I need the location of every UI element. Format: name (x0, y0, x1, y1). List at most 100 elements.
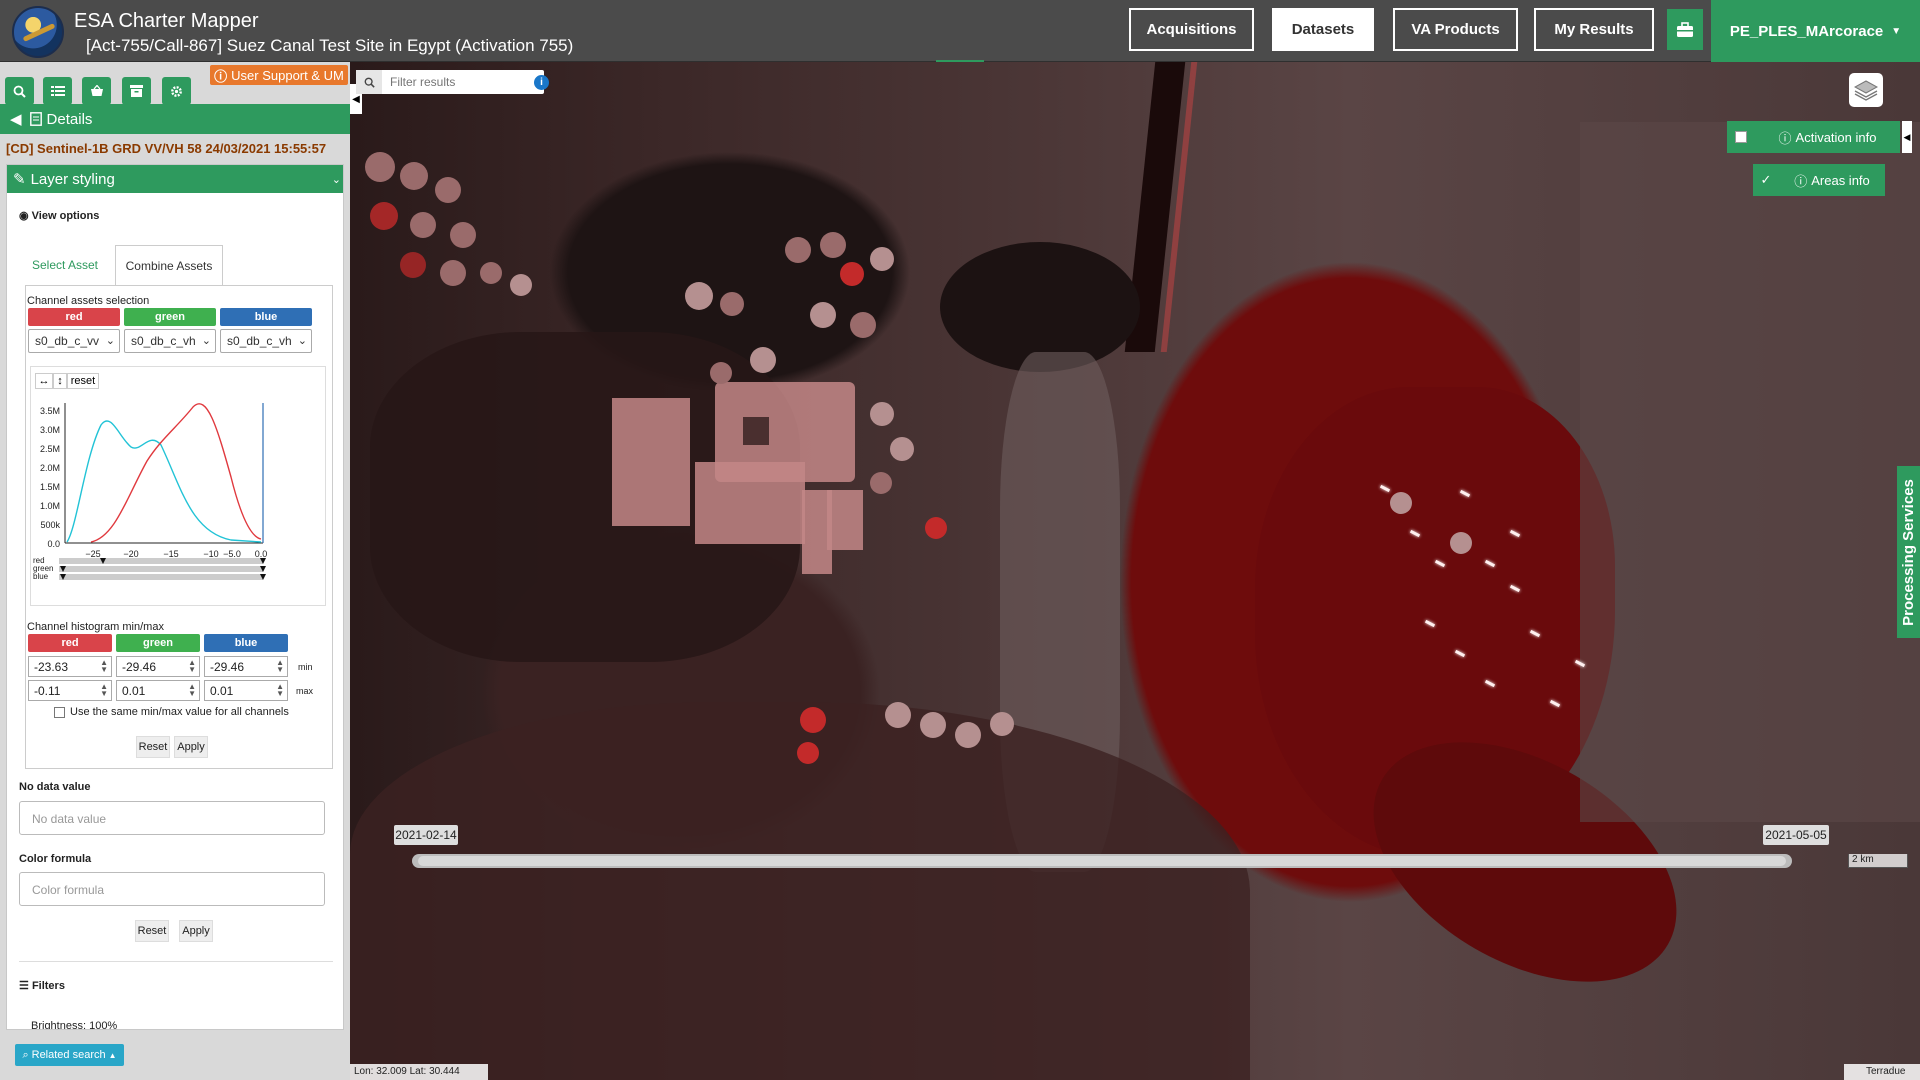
x-tick: −15 (163, 549, 178, 559)
stepper-icon[interactable]: ▲ ▼ (100, 683, 108, 698)
red-min-input[interactable]: -23.63 ▲ ▼ (28, 656, 112, 677)
search-icon: ⌕ (22, 1048, 29, 1061)
nav-va-products-button[interactable]: VA Products (1393, 8, 1518, 51)
details-bar[interactable]: ◀ Details (0, 104, 350, 134)
irrigation-circle (870, 402, 894, 426)
scale-bar: 2 km (1848, 854, 1908, 868)
y-tick: 1.5M (40, 482, 60, 492)
blue-asset-select[interactable]: s0_db_c_vh ⌄ (220, 329, 312, 353)
nav-my-results-button[interactable]: My Results (1534, 8, 1654, 51)
minmax-green-badge: green (116, 634, 200, 652)
activation-info-button[interactable]: ⓘ Activation info (1755, 121, 1900, 153)
filters-title: ☰ Filters (19, 979, 65, 992)
same-minmax-checkbox[interactable] (54, 706, 65, 718)
collapse-circle-icon[interactable]: ⌄ (332, 173, 341, 186)
info-circle-icon: ⓘ (214, 68, 228, 84)
irrigation-circle (820, 232, 846, 258)
tab-combine-assets[interactable]: Combine Assets (115, 245, 223, 285)
minmax-reset-button[interactable]: Reset (136, 736, 170, 758)
timeline-slider[interactable] (412, 854, 1792, 868)
irrigation-circle (850, 312, 876, 338)
green-max-input[interactable]: 0.01 ▲ ▼ (116, 680, 200, 701)
stepper-icon[interactable]: ▲ ▼ (276, 683, 284, 698)
formula-reset-button[interactable]: Reset (135, 920, 169, 942)
briefcase-button[interactable] (1667, 9, 1703, 50)
layer-styling-header[interactable]: ✎ Layer styling ⌄ (7, 165, 343, 193)
filters-label: Filters (31, 980, 65, 992)
stepper-icon[interactable]: ▲ ▼ (188, 659, 196, 674)
info-icon[interactable]: i (534, 75, 549, 90)
archive-tool-button[interactable] (122, 77, 151, 105)
green-min-input[interactable]: -29.46 ▲ ▼ (116, 656, 200, 677)
blue-max-value: 0.01 (210, 684, 234, 698)
layers-button[interactable] (1849, 73, 1883, 107)
areas-info-checkbox[interactable]: ✓ (1753, 164, 1779, 196)
blue-min-input[interactable]: -29.46 ▲ ▼ (204, 656, 288, 677)
search-icon (13, 85, 26, 98)
irrigation-circle (785, 237, 811, 263)
histogram-chart: 3.5M 3.0M 2.5M 2.0M 1.5M 1.0M 500k 0.0 −… (33, 403, 267, 581)
field-block (695, 462, 805, 544)
caret-left-icon: ◀ (352, 93, 360, 105)
search-tool-button[interactable] (5, 77, 34, 105)
layer-styling-label: Layer styling (30, 170, 115, 188)
areas-info-toggle[interactable]: ✓ ⓘ Areas info (1753, 164, 1885, 196)
list-tool-button[interactable] (43, 77, 72, 105)
tab-select-asset[interactable]: Select Asset (25, 245, 105, 285)
basket-tool-button[interactable] (82, 77, 111, 105)
caret-up-icon: ▲ (108, 1050, 117, 1060)
view-options-title: ◉ View options (19, 209, 99, 222)
nav-datasets-button[interactable]: Datasets (1272, 8, 1374, 51)
no-data-input[interactable]: No data value (19, 801, 325, 835)
color-formula-input[interactable]: Color formula (19, 872, 325, 906)
expand-left-icon[interactable]: ◀ (1902, 121, 1912, 153)
red-max-input[interactable]: -0.11 ▲ ▼ (28, 680, 112, 701)
y-tick: 500k (40, 520, 60, 530)
sar-map-view[interactable]: ◀ i ⓘ Activation info ◀ ✓ ⓘ Areas info (350, 62, 1920, 1080)
stepper-icon[interactable]: ▲ ▼ (100, 659, 108, 674)
same-minmax-row[interactable]: Use the same min/max value for all chann… (54, 706, 289, 718)
irrigation-circle (435, 177, 461, 203)
green-asset-value: s0_db_c_vh (131, 334, 196, 348)
nav-acquisitions-button[interactable]: Acquisitions (1129, 8, 1254, 51)
x-tick: −25 (85, 549, 100, 559)
y-tick: 0.0 (47, 539, 60, 549)
red-asset-value: s0_db_c_vv (35, 334, 100, 348)
activation-info-checkbox[interactable] (1727, 121, 1755, 153)
stepper-icon[interactable]: ▲ ▼ (276, 659, 284, 674)
processing-services-tab[interactable]: Processing Services (1897, 466, 1920, 638)
red-range-track[interactable] (59, 558, 263, 564)
irrigation-circle (370, 202, 398, 230)
related-search-button[interactable]: ⌕ Related search ▲ (15, 1044, 124, 1066)
map-attribution: Terradue (1844, 1064, 1920, 1080)
stepper-icon[interactable]: ▲ ▼ (188, 683, 196, 698)
channel-selection-label: Channel assets selection (27, 295, 150, 307)
blue-range-track[interactable] (59, 574, 263, 580)
activation-info-toggle[interactable]: ⓘ Activation info ◀ (1727, 121, 1912, 153)
timeline-end-date: 2021-05-05 (1763, 825, 1829, 845)
filter-results-box[interactable] (356, 70, 544, 94)
user-menu[interactable]: PE_PLES_MArcorace ▼ (1711, 0, 1920, 62)
irrigation-circle (480, 262, 502, 284)
blue-max-input[interactable]: 0.01 ▲ ▼ (204, 680, 288, 701)
document-icon (29, 112, 42, 126)
filter-results-input[interactable] (382, 75, 532, 89)
irrigation-circle (925, 517, 947, 539)
caret-down-icon: ▼ (1891, 25, 1902, 37)
irrigation-circle (710, 362, 732, 384)
chevron-left-icon[interactable]: ◀ (10, 110, 22, 128)
red-max-value: -0.11 (34, 684, 61, 698)
areas-info-button[interactable]: ⓘ Areas info (1779, 164, 1885, 196)
user-support-button[interactable]: ⓘ User Support & UM (210, 65, 348, 85)
settings-tool-button[interactable] (162, 77, 191, 105)
slider-label-blue: blue (33, 572, 49, 581)
green-asset-select[interactable]: s0_db_c_vh ⌄ (124, 329, 216, 353)
red-asset-select[interactable]: s0_db_c_vv ⌄ (28, 329, 120, 353)
same-minmax-label: Use the same min/max value for all chann… (70, 706, 289, 718)
formula-apply-button[interactable]: Apply (179, 920, 213, 942)
y-tick: 2.0M (40, 463, 60, 473)
green-range-track[interactable] (59, 566, 263, 572)
channel-blue-badge: blue (220, 308, 312, 326)
irrigation-circle (1390, 492, 1412, 514)
minmax-apply-button[interactable]: Apply (174, 736, 208, 758)
